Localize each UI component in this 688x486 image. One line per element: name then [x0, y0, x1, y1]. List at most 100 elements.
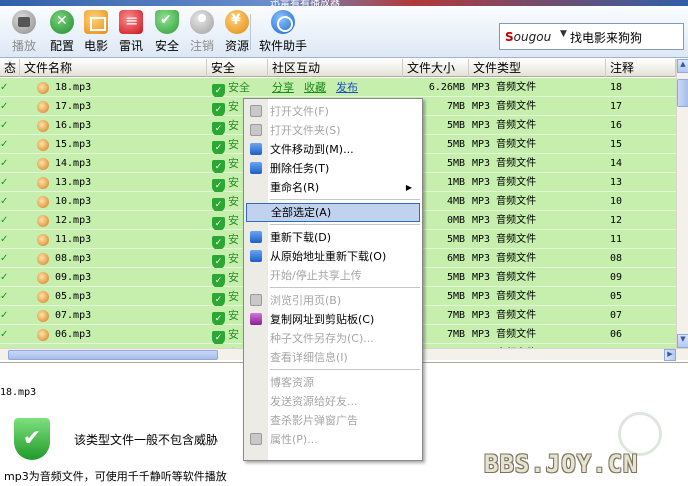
file-name: 07.mp3 — [55, 310, 92, 321]
favorite-link[interactable]: 收藏 — [304, 81, 326, 94]
share-link[interactable]: 分享 — [272, 81, 294, 94]
toolbar-button-7[interactable]: 软件助手 — [258, 8, 308, 56]
column-header[interactable]: 文件大小 — [403, 59, 469, 77]
security-message: 该类型文件一般不包含威胁 — [74, 433, 219, 447]
mp3-file-icon — [37, 158, 49, 170]
shield-check-icon: ✓ — [212, 141, 225, 154]
table-row[interactable]: ✓ 18.mp3 ✓ 安全 分享 收藏 发布 6.26MB MP3 音频文件 18 — [0, 78, 676, 97]
menu-item[interactable]: 查看详细信息(I) — [246, 348, 420, 367]
menu-item-icon — [250, 313, 262, 325]
mp3-file-icon — [37, 253, 49, 265]
menu-item[interactable]: 删除任务(T) — [246, 159, 420, 178]
menu-item[interactable]: 浏览引用页(B) — [246, 291, 420, 310]
column-header[interactable]: 安全 — [207, 59, 268, 77]
detail-filename: 18.mp3 — [0, 387, 37, 398]
chevron-down-icon[interactable]: ▼ — [560, 29, 567, 39]
safety-label: 安 — [228, 328, 239, 341]
scroll-up-icon[interactable]: ▲ — [677, 59, 688, 73]
menu-item[interactable]: 重命名(R) ▶ — [246, 178, 420, 197]
menu-item-label: 复制网址到剪贴板(C) — [270, 313, 375, 326]
menu-item[interactable]: 全部选定(A) — [246, 203, 420, 222]
menu-item[interactable]: 复制网址到剪贴板(C) — [246, 310, 420, 329]
file-type: MP3 音频文件 — [472, 253, 537, 264]
mp3-file-icon — [37, 196, 49, 208]
mp3-file-icon — [37, 101, 49, 113]
toolbar-button-label: 雷讯 — [118, 39, 143, 53]
menu-item-icon — [250, 294, 262, 306]
menu-item[interactable]: 从原始地址重新下载(O) — [246, 247, 420, 266]
status-check-icon: ✓ — [0, 82, 9, 93]
file-name: 10.mp3 — [55, 196, 92, 207]
file-note: 15 — [610, 139, 623, 150]
column-header[interactable]: 社区互动 — [268, 59, 403, 77]
menu-item[interactable]: 打开文件(F) — [246, 102, 420, 121]
menu-item[interactable]: 属性(P)... — [246, 430, 420, 449]
file-name: 17.mp3 — [55, 101, 92, 112]
menu-item[interactable]: 博客资源 — [246, 373, 420, 392]
menu-item-icon — [250, 143, 262, 155]
toolbar-button-6[interactable]: 资源 — [223, 8, 251, 56]
play-icon — [12, 10, 36, 34]
file-note: 06 — [610, 329, 623, 340]
file-note: 11 — [610, 234, 623, 245]
software-helper-icon — [271, 10, 295, 34]
menu-item-label: 种子文件另存为(C)... — [270, 332, 374, 345]
status-check-icon: ✓ — [0, 253, 9, 264]
toolbar-button-2[interactable]: 电影 — [82, 8, 110, 56]
menu-item-label: 文件移动到(M)... — [270, 143, 354, 156]
safety-label: 安 — [228, 195, 239, 208]
column-header[interactable]: 注释 — [606, 59, 676, 77]
file-note: 18 — [610, 82, 623, 93]
vertical-scrollbar[interactable]: ▲ ▼ — [676, 59, 688, 348]
menu-item-label: 重命名(R) — [270, 181, 320, 194]
safety-label: 安 — [228, 271, 239, 284]
toolbar-button-3[interactable]: 雷讯 — [117, 8, 145, 56]
menu-item[interactable]: 打开文件夹(S) — [246, 121, 420, 140]
menu-item[interactable]: 查杀影片弹窗广告 — [246, 411, 420, 430]
menu-separator — [270, 199, 420, 200]
search-input[interactable] — [570, 28, 680, 46]
publish-link[interactable]: 发布 — [336, 81, 358, 94]
toolbar-button-label: 安全 — [154, 39, 179, 53]
toolbar-button-5[interactable]: 注销 — [188, 8, 216, 56]
menu-item[interactable]: 发送资源给好友... — [246, 392, 420, 411]
file-name: 11.mp3 — [55, 234, 92, 245]
toolbar-button-1[interactable]: 配置 — [46, 8, 78, 56]
menu-separator — [270, 369, 420, 370]
column-header[interactable]: 文件名称 — [20, 59, 207, 77]
menu-item[interactable]: 重新下载(D) — [246, 228, 420, 247]
menu-item-label: 查杀影片弹窗广告 — [270, 414, 358, 427]
status-check-icon: ✓ — [0, 158, 9, 169]
submenu-arrow-icon: ▶ — [405, 183, 412, 192]
status-check-icon: ✓ — [0, 272, 9, 283]
search-box[interactable]: Sougou ▼ — [499, 23, 684, 50]
toolbar-separator — [250, 14, 251, 50]
menu-item[interactable]: 开始/停止共享上传 — [246, 266, 420, 285]
shield-check-icon: ✓ — [212, 217, 225, 230]
toolbar-button-4[interactable]: 安全 — [153, 8, 181, 56]
file-name: 16.mp3 — [55, 120, 92, 131]
menu-item[interactable]: 文件移动到(M)... — [246, 140, 420, 159]
file-note: 05 — [610, 291, 623, 302]
toolbar-button-label: 播放 — [11, 39, 36, 53]
scroll-thumb[interactable] — [677, 79, 688, 107]
file-type: MP3 音频文件 — [472, 82, 537, 93]
safety-label: 安 — [228, 233, 239, 246]
column-header[interactable]: 文件类型 — [469, 59, 606, 77]
menu-item[interactable]: 种子文件另存为(C)... — [246, 329, 420, 348]
status-check-icon: ✓ — [0, 234, 9, 245]
file-type: MP3 音频文件 — [472, 272, 537, 283]
column-header[interactable]: 态 — [0, 59, 20, 77]
hscroll-thumb[interactable] — [8, 350, 218, 360]
safety-label: 安 — [228, 290, 239, 303]
mp3-file-icon — [37, 82, 49, 94]
safety-label: 安 — [228, 214, 239, 227]
menu-item-label: 博客资源 — [270, 376, 314, 389]
scroll-down-icon[interactable]: ▼ — [677, 334, 688, 348]
scroll-right-icon[interactable]: ▶ — [664, 349, 676, 361]
toolbar-button-0[interactable]: 播放 — [10, 8, 38, 56]
file-name: 15.mp3 — [55, 139, 92, 150]
shield-check-icon: ✓ — [212, 293, 225, 306]
file-type: MP3 音频文件 — [472, 139, 537, 150]
toolbar-button-label: 注销 — [189, 39, 214, 53]
